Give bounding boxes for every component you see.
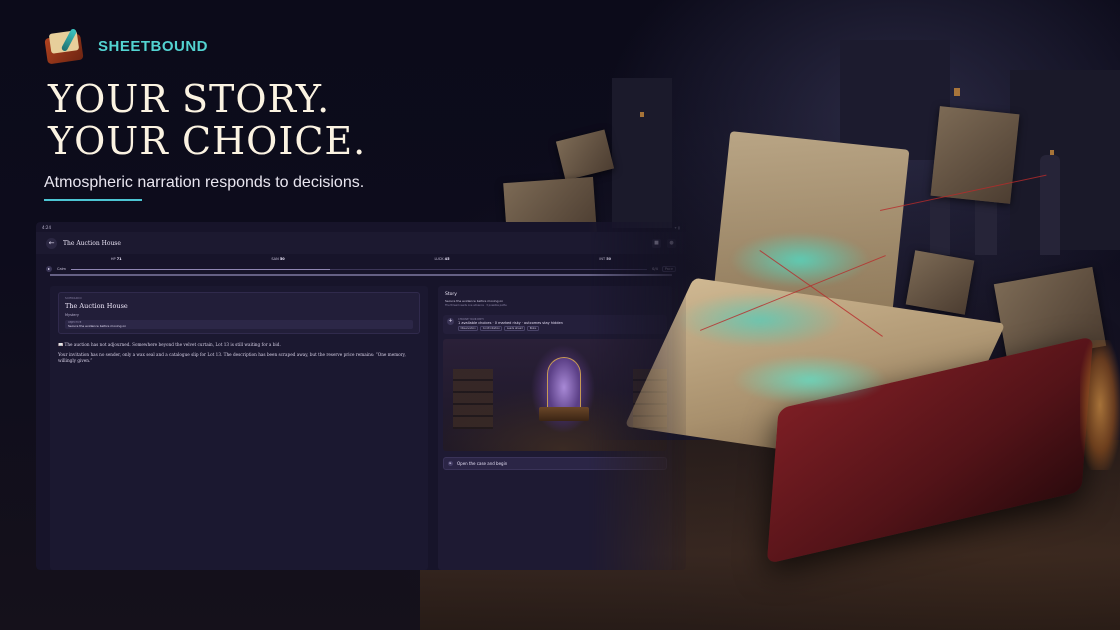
status-bar: 4:24 ▾ ▮: [36, 222, 686, 232]
objective-box: OBJECTIVE Secure the evidence before mov…: [65, 320, 413, 329]
pace-track: [70, 268, 648, 270]
choice-tags: Observation Confrontation Leads ahead Ri…: [458, 326, 663, 331]
stat-int: INT 50: [599, 257, 612, 261]
scenario-card: SCENARIO The Auction House Mystery OBJEC…: [58, 292, 420, 334]
story-header: Story Secure the evidence before moving …: [443, 290, 667, 309]
brand-name: SHEETBOUND: [98, 37, 209, 55]
story-hint: The thread needs one advance · 3 possibl…: [445, 304, 507, 307]
pace-fill: [70, 268, 331, 270]
book-quill-icon: [44, 27, 84, 65]
building-silhouette: [840, 40, 950, 160]
app-bar: ← The Auction House ■ ●: [36, 232, 686, 254]
narration-text: 📖 The auction has not adjourned. Somewhe…: [58, 342, 420, 364]
settings-icon[interactable]: ●: [667, 238, 676, 248]
open-case-button[interactable]: ▸ Open the case and begin: [443, 457, 667, 470]
lantern-glow: [1080, 340, 1120, 470]
narration-panel: SCENARIO The Auction House Mystery OBJEC…: [50, 286, 428, 570]
lit-window: [954, 88, 960, 96]
pace-label: Calm: [57, 267, 66, 271]
shelf: [633, 369, 667, 429]
bookmark-icon[interactable]: ■: [652, 238, 661, 248]
choices-card: + CHOOSE YOUR PATH 1 available choices ·…: [443, 315, 667, 334]
choices-summary: 1 available choices · 0 marked risky · o…: [458, 321, 563, 325]
scenario-title: The Auction House: [65, 302, 128, 310]
pace-bar: ▸ Calm 0/4 Pace: [36, 264, 686, 274]
stat-hp: HP 71: [110, 257, 122, 261]
progress-divider: [50, 274, 672, 276]
hero-title-line: YOUR STORY.: [48, 77, 331, 121]
torn-paper: [905, 250, 975, 315]
stat-luck: LUCK 45: [434, 257, 450, 261]
narration-paragraph: 📖 The auction has not adjourned. Somewhe…: [58, 342, 281, 347]
open-case-label: Open the case and begin: [457, 461, 508, 466]
tag: Confrontation: [480, 326, 503, 331]
play-icon[interactable]: ▸: [46, 266, 52, 272]
hero-title-line: YOUR CHOICE.: [48, 119, 367, 163]
brand: SHEETBOUND: [44, 27, 209, 65]
play-icon: ▸: [448, 461, 453, 466]
objective-text: Secure the evidence before moving on: [68, 324, 127, 328]
tag: Leads ahead: [504, 326, 526, 331]
dome-pedestal: [539, 407, 589, 421]
status-time: 4:24: [42, 224, 51, 230]
character-stats: HP 71 SAN 50 LUCK 45 INT 50: [36, 254, 686, 264]
stat-san: SAN 50: [271, 257, 285, 261]
app-title: The Auction House: [63, 239, 121, 247]
shelf: [453, 369, 493, 429]
tag: Risks: [527, 326, 539, 331]
narration-paragraph: Your invitation has no sender, only a wa…: [58, 352, 406, 363]
app-screenshot: 4:24 ▾ ▮ ← The Auction House ■ ● HP 71 S…: [36, 222, 686, 570]
hero-title: YOUR STORY. YOUR CHOICE.: [48, 78, 366, 162]
tag: Observation: [458, 326, 479, 331]
story-title: Story: [445, 292, 457, 297]
plus-icon[interactable]: +: [447, 318, 454, 325]
hero-subtitle: Atmospheric narration responds to decisi…: [44, 174, 365, 191]
glass-dome: [547, 357, 581, 407]
pace-chip[interactable]: Pace: [661, 266, 676, 272]
accent-underline: [44, 199, 142, 201]
scenario-genre: Mystery: [65, 313, 79, 317]
standing-stone: [930, 195, 950, 255]
pace-value: 0/4: [652, 267, 658, 271]
standing-stone: [1040, 155, 1060, 255]
story-objective: Secure the evidence before moving on: [445, 299, 504, 303]
lit-window: [640, 112, 644, 117]
status-icons: ▾ ▮: [674, 224, 680, 230]
scene-illustration: [443, 339, 667, 451]
back-arrow-icon[interactable]: ←: [46, 237, 57, 249]
scenario-kicker: SCENARIO: [65, 296, 82, 300]
story-panel: Story Secure the evidence before moving …: [438, 286, 672, 570]
building-silhouette: [1010, 70, 1120, 250]
